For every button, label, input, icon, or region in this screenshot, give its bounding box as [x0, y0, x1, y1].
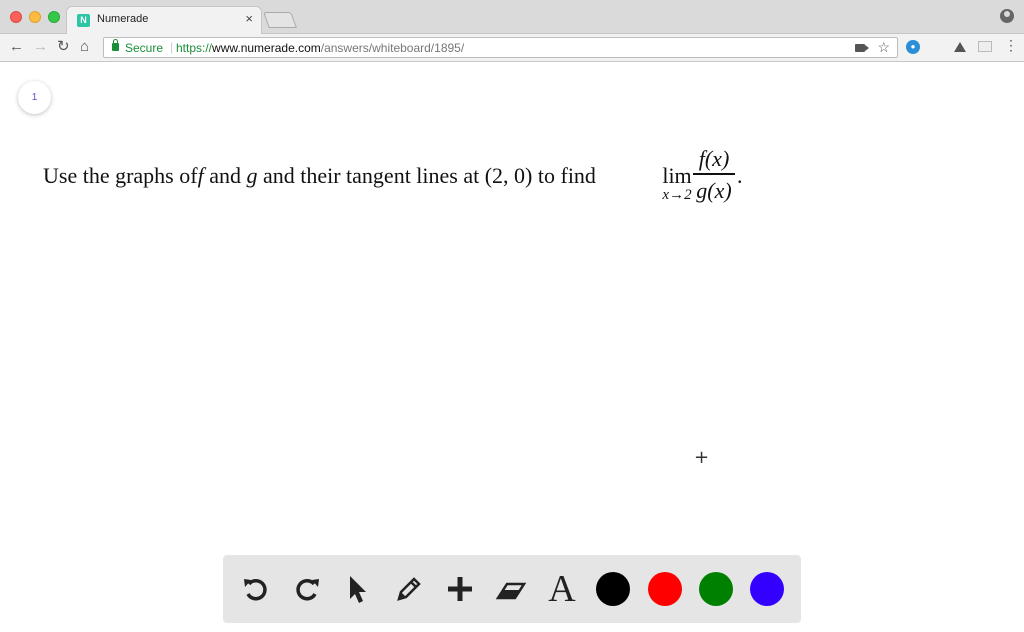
text-tool-label: A: [548, 568, 576, 610]
url-scheme: https://: [176, 41, 213, 55]
lock-icon: [112, 39, 119, 51]
extension-search-icon[interactable]: ●: [906, 40, 920, 54]
fraction: f(x) g(x): [693, 146, 735, 204]
numerade-favicon-icon: N: [77, 14, 90, 27]
color-swatch-black[interactable]: [596, 572, 630, 606]
question-prefix: Use the graphs of: [43, 163, 198, 188]
reload-icon[interactable]: ↻: [57, 38, 70, 56]
question-and: and: [203, 163, 247, 188]
pointer-icon[interactable]: [340, 571, 376, 607]
page-number-badge[interactable]: 1: [18, 81, 51, 114]
window-close-button[interactable]: [10, 11, 22, 23]
eraser-icon[interactable]: [493, 571, 529, 607]
back-icon[interactable]: ←: [9, 38, 24, 56]
forward-icon[interactable]: →: [33, 38, 48, 56]
whiteboard-toolbar: A: [223, 555, 801, 623]
url-path: /answers/whiteboard/1895/: [320, 41, 465, 55]
fraction-numerator: f(x): [698, 146, 730, 171]
home-icon[interactable]: ⌂: [80, 38, 89, 56]
url-text[interactable]: https://www.numerade.com/answers/whitebo…: [176, 41, 464, 55]
extension-cast-icon[interactable]: [978, 41, 992, 52]
redo-icon[interactable]: [289, 571, 325, 607]
browser-toolbar: ← → ↻ ⌂ Secure | https://www.numerade.co…: [0, 34, 1024, 62]
url-separator: |: [170, 40, 174, 54]
camera-icon[interactable]: [855, 44, 869, 52]
extension-drive-icon[interactable]: [954, 42, 966, 52]
fraction-denominator: g(x): [696, 177, 732, 203]
browser-tab[interactable]: N Numerade ×: [66, 6, 262, 34]
new-tab-button[interactable]: [263, 12, 297, 28]
bookmark-star-icon[interactable]: ☆: [877, 39, 890, 56]
text-icon[interactable]: A: [544, 568, 580, 610]
color-swatch-blue[interactable]: [750, 572, 784, 606]
color-swatch-red[interactable]: [648, 572, 682, 606]
question-suffix: and their tangent lines at (2, 0) to fin…: [257, 163, 596, 188]
pencil-icon[interactable]: [391, 571, 427, 607]
color-swatch-green[interactable]: [699, 572, 733, 606]
question-body: Use the graphs off and g and their tange…: [43, 163, 596, 189]
window-minimize-button[interactable]: [29, 11, 41, 23]
tab-close-icon[interactable]: ×: [245, 11, 253, 26]
secure-label: Secure: [125, 41, 164, 55]
browser-titlebar: N Numerade ×: [0, 0, 1024, 34]
browser-menu-icon[interactable]: ⋮: [1004, 38, 1018, 52]
question-period: .: [737, 163, 743, 188]
fraction-bar: [693, 173, 735, 175]
profile-icon[interactable]: [1000, 9, 1014, 23]
crosshair-cursor-icon: +: [694, 447, 710, 468]
plus-icon[interactable]: [442, 571, 478, 607]
undo-icon[interactable]: [238, 571, 274, 607]
window-maximize-button[interactable]: [48, 11, 60, 23]
tab-title: Numerade: [97, 13, 149, 25]
function-g: g: [246, 163, 258, 188]
address-bar[interactable]: Secure | https://www.numerade.com/answer…: [103, 37, 898, 58]
url-host: www.numerade.com: [212, 41, 321, 55]
